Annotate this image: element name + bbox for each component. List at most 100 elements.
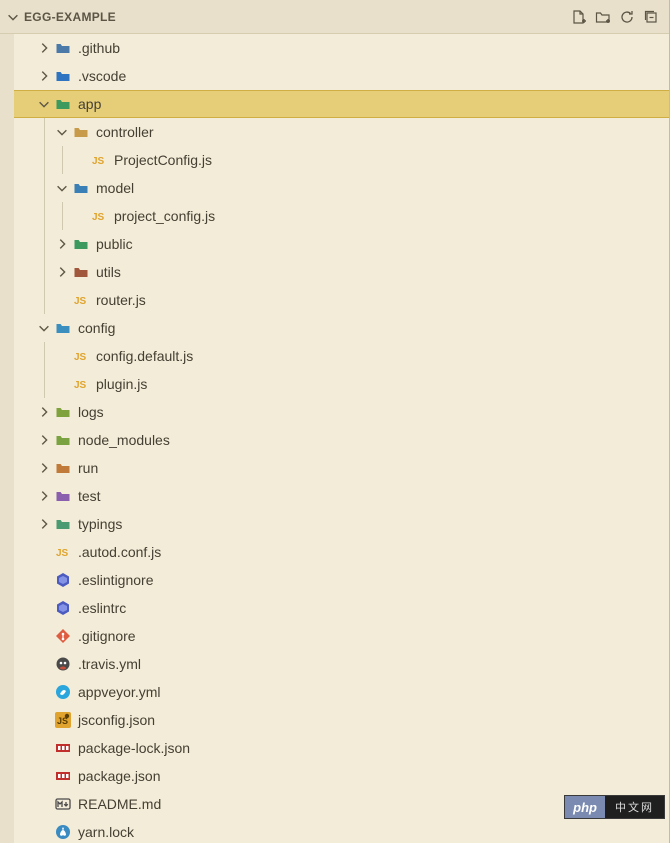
svg-text:JS: JS — [74, 380, 87, 391]
tree-row[interactable]: test — [14, 482, 669, 510]
js-icon: JS — [54, 543, 72, 561]
watermark-badge: php 中文网 — [564, 795, 665, 819]
tree-row[interactable]: typings — [14, 510, 669, 538]
chevron-right-icon[interactable] — [54, 236, 70, 252]
tree-row[interactable]: model — [14, 174, 669, 202]
folder-node-icon — [54, 431, 72, 449]
folder-app-icon — [54, 95, 72, 113]
tree-row[interactable]: utils — [14, 258, 669, 286]
appveyor-icon — [54, 683, 72, 701]
chevron-right-icon[interactable] — [36, 432, 52, 448]
tree-row[interactable]: JS config.default.js — [14, 342, 669, 370]
collapse-all-button[interactable] — [641, 7, 661, 27]
file-tree: .github .vscode app controller JS ProjectConf… — [14, 34, 669, 843]
tree-item-label: .gitignore — [78, 628, 136, 644]
folder-logs-icon — [54, 403, 72, 421]
tree-row[interactable]: package-lock.json — [14, 734, 669, 762]
tree-item-label: .travis.yml — [78, 656, 141, 672]
chevron-down-icon[interactable] — [54, 124, 70, 140]
tree-item-label: model — [96, 180, 134, 196]
folder-public-icon — [72, 235, 90, 253]
tree-item-label: .github — [78, 40, 120, 56]
tree-row[interactable]: package.json — [14, 762, 669, 790]
tree-item-label: yarn.lock — [78, 824, 134, 840]
js-icon: JS — [72, 291, 90, 309]
tree-row[interactable]: appveyor.yml — [14, 678, 669, 706]
tree-row[interactable]: JS.autod.conf.js — [14, 538, 669, 566]
folder-utils-icon — [72, 263, 90, 281]
tree-item-label: run — [78, 460, 98, 476]
folder-model-icon — [72, 179, 90, 197]
folder-test-icon — [54, 487, 72, 505]
svg-text:JS: JS — [56, 548, 69, 559]
tree-item-label: typings — [78, 516, 122, 532]
tree-row[interactable]: config — [14, 314, 669, 342]
chevron-right-icon[interactable] — [36, 68, 52, 84]
chevron-right-icon[interactable] — [36, 488, 52, 504]
tree-row[interactable]: run — [14, 454, 669, 482]
tree-item-label: controller — [96, 124, 154, 140]
tree-item-label: utils — [96, 264, 121, 280]
tree-row[interactable]: JS router.js — [14, 286, 669, 314]
md-icon — [54, 795, 72, 813]
tree-row[interactable]: .gitignore — [14, 622, 669, 650]
tree-item-label: .vscode — [78, 68, 126, 84]
tree-item-label: test — [78, 488, 101, 504]
tree-row[interactable]: .eslintignore — [14, 566, 669, 594]
npm-icon — [54, 739, 72, 757]
chevron-right-icon[interactable] — [36, 516, 52, 532]
chevron-down-icon[interactable] — [36, 96, 52, 112]
tree-item-label: README.md — [78, 796, 161, 812]
svg-text:JS: JS — [92, 156, 105, 167]
eslint-icon — [54, 571, 72, 589]
explorer-header: EGG-EXAMPLE — [0, 0, 669, 34]
tree-row[interactable]: JSjsconfig.json — [14, 706, 669, 734]
tree-item-label: config.default.js — [96, 348, 193, 364]
tree-row[interactable]: .travis.yml — [14, 650, 669, 678]
tree-item-label: appveyor.yml — [78, 684, 160, 700]
chevron-down-icon[interactable] — [36, 320, 52, 336]
tree-item-label: package.json — [78, 768, 161, 784]
eslint-icon — [54, 599, 72, 617]
folder-config-icon — [54, 319, 72, 337]
tree-row[interactable]: JS plugin.js — [14, 370, 669, 398]
project-title: EGG-EXAMPLE — [24, 10, 116, 24]
chevron-down-icon[interactable] — [54, 180, 70, 196]
js-icon: JS — [72, 347, 90, 365]
tree-item-label: node_modules — [78, 432, 170, 448]
tree-row[interactable]: controller — [14, 118, 669, 146]
tree-item-label: plugin.js — [96, 376, 147, 392]
refresh-button[interactable] — [617, 7, 637, 27]
tree-row[interactable]: .eslintrc — [14, 594, 669, 622]
tree-item-label: .eslintignore — [78, 572, 154, 588]
tree-item-label: ProjectConfig.js — [114, 152, 212, 168]
tree-item-label: project_config.js — [114, 208, 215, 224]
npm-icon — [54, 767, 72, 785]
new-file-button[interactable] — [569, 7, 589, 27]
chevron-right-icon[interactable] — [36, 404, 52, 420]
tree-row[interactable]: logs — [14, 398, 669, 426]
yarn-icon — [54, 823, 72, 841]
tree-row[interactable]: JS ProjectConfig.js — [14, 146, 669, 174]
tree-row[interactable]: app — [14, 90, 669, 118]
chevron-right-icon[interactable] — [36, 40, 52, 56]
tree-row[interactable]: .vscode — [14, 62, 669, 90]
tree-item-label: app — [78, 96, 101, 112]
tree-row[interactable]: .github — [14, 34, 669, 62]
tree-row[interactable]: JSproject_config.js — [14, 202, 669, 230]
tree-row[interactable]: public — [14, 230, 669, 258]
tree-item-label: router.js — [96, 292, 146, 308]
travis-icon — [54, 655, 72, 673]
watermark-php: php — [565, 796, 605, 818]
folder-vscode-icon — [54, 67, 72, 85]
chevron-down-icon[interactable] — [6, 10, 20, 24]
activity-bar-gutter — [0, 34, 14, 843]
chevron-right-icon[interactable] — [54, 264, 70, 280]
chevron-right-icon[interactable] — [36, 460, 52, 476]
folder-typings-icon — [54, 515, 72, 533]
tree-row[interactable]: yarn.lock — [14, 818, 669, 843]
tree-item-label: jsconfig.json — [78, 712, 155, 728]
new-folder-button[interactable] — [593, 7, 613, 27]
tree-item-label: config — [78, 320, 115, 336]
tree-row[interactable]: node_modules — [14, 426, 669, 454]
